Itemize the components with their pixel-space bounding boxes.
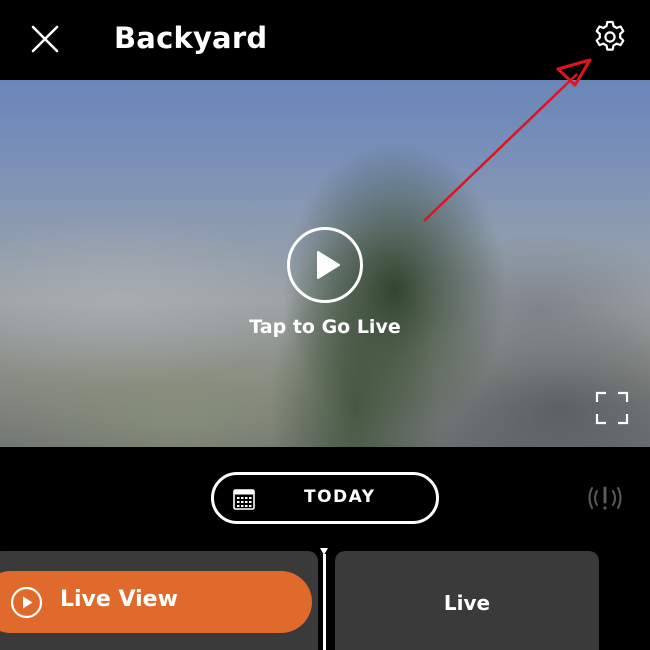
timeline-clip-live[interactable]: Live bbox=[335, 551, 599, 650]
live-view-button[interactable]: Live View bbox=[0, 571, 312, 633]
today-label: TODAY bbox=[304, 487, 376, 507]
fullscreen-icon[interactable] bbox=[595, 391, 629, 425]
play-circle-icon bbox=[10, 586, 43, 619]
today-date-button[interactable]: TODAY bbox=[211, 472, 439, 524]
gear-icon[interactable] bbox=[591, 18, 629, 56]
tap-to-go-live-label: Tap to Go Live bbox=[249, 316, 401, 338]
live-clip-label: Live bbox=[443, 591, 491, 615]
camera-preview[interactable]: Tap to Go Live bbox=[0, 80, 650, 447]
playhead-line[interactable] bbox=[323, 554, 326, 650]
close-icon[interactable] bbox=[26, 20, 64, 58]
top-bar: Backyard bbox=[0, 0, 650, 80]
siren-alert-icon[interactable] bbox=[586, 482, 624, 514]
play-icon[interactable] bbox=[287, 227, 363, 303]
event-timeline[interactable]: Live Live View bbox=[0, 548, 650, 650]
calendar-icon bbox=[233, 488, 255, 510]
page-title: Backyard bbox=[114, 21, 268, 55]
live-view-label: Live View bbox=[60, 587, 178, 612]
